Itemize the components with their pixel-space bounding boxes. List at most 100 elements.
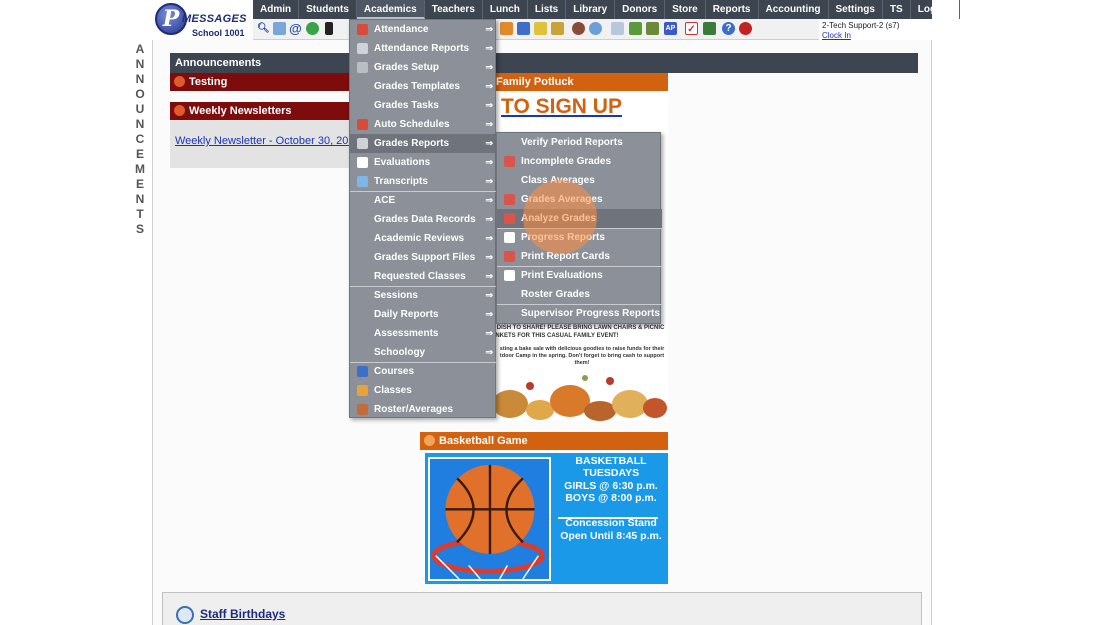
menu-item-grades-templates[interactable]: Grades Templates ⇒ [350, 77, 497, 96]
menu-item-evaluations[interactable]: Evaluations ⇒ [350, 153, 497, 172]
menu-separator [497, 304, 662, 305]
autumn-leaves-illustration [492, 375, 667, 421]
menu-item-label: Daily Reports [374, 309, 439, 320]
nav-teachers[interactable]: Teachers [425, 0, 483, 19]
vertical-letter: M [135, 162, 145, 176]
phone-icon[interactable] [325, 22, 333, 35]
checkbox-icon [504, 270, 515, 281]
weekly-newsletters-bar[interactable]: Weekly Newsletters [170, 102, 351, 120]
document-icon [504, 232, 515, 243]
nav-ts[interactable]: TS [883, 0, 911, 19]
menu-item-attendance-reports[interactable]: Attendance Reports ⇒ [350, 39, 497, 58]
nav-lunch[interactable]: Lunch [483, 0, 528, 19]
menu-item-grades-support-files[interactable]: Grades Support Files ⇒ [350, 248, 497, 267]
menu-item-attendance[interactable]: Attendance ⇒ [350, 20, 497, 39]
school-logo[interactable]: P MESSAGES School 1001 [152, 0, 250, 40]
vertical-letter: S [135, 222, 144, 236]
menu-item-requested-classes[interactable]: Requested Classes ⇒ [350, 267, 497, 286]
staff-birthdays-link[interactable]: Staff Birthdays [200, 607, 285, 621]
toolbar-megaphone-icon[interactable] [534, 22, 547, 35]
a-plus-icon [504, 251, 515, 262]
toolbar-money-icon[interactable] [703, 22, 716, 35]
power-icon[interactable] [739, 22, 752, 35]
toolbar-cash-icon[interactable] [629, 22, 642, 35]
menu-item-auto-schedules[interactable]: Auto Schedules ⇒ [350, 115, 497, 134]
submenu-item-print-evaluations[interactable]: Print Evaluations [497, 266, 662, 285]
submenu-item-print-report-cards[interactable]: Print Report Cards [497, 247, 662, 266]
submenu-item-verify-period-reports[interactable]: Verify Period Reports [497, 133, 662, 152]
cursor-highlight [523, 180, 597, 254]
submenu-item-roster-grades[interactable]: Roster Grades [497, 285, 662, 304]
roster-icon [357, 404, 368, 415]
toolbar-lunch-icon[interactable] [500, 22, 513, 35]
nav-academics[interactable]: Academics [356, 0, 425, 19]
menu-separator [350, 191, 497, 192]
bb-line-4: BOYS @ 8:00 p.m. [565, 492, 657, 504]
toolbar-book-icon[interactable] [517, 22, 530, 35]
menu-item-schoology[interactable]: Schoology ⇒ [350, 343, 497, 362]
submenu-arrow-icon: ⇒ [485, 62, 493, 72]
newsletter-link[interactable]: Weekly Newsletter - October 30, 2025 [175, 135, 361, 147]
search-icon[interactable]: 🔍︎ [257, 22, 270, 35]
menu-item-grades-data-records[interactable]: Grades Data Records ⇒ [350, 210, 497, 229]
menu-item-label: Assessments [374, 328, 439, 339]
menu-item-daily-reports[interactable]: Daily Reports ⇒ [350, 305, 497, 324]
calendar-clock-icon [357, 119, 368, 130]
menu-item-label: Grades Setup [374, 62, 440, 73]
testing-bar[interactable]: Testing [170, 73, 351, 91]
book-icon [357, 366, 368, 377]
vertical-letter: E [135, 147, 144, 161]
menu-item-label: Grades Reports [374, 138, 450, 149]
menu-item-ace[interactable]: ACE ⇒ [350, 191, 497, 210]
toolbar-pdf-icon[interactable]: ✓ [685, 22, 698, 35]
submenu-arrow-icon: ⇒ [485, 176, 493, 186]
menu-item-label: Roster/Averages [374, 404, 454, 415]
email-icon[interactable]: @ [289, 22, 302, 35]
menu-item-grades-setup[interactable]: Grades Setup ⇒ [350, 58, 497, 77]
nav-lists[interactable]: Lists [528, 0, 567, 19]
toolbar-person-icon[interactable] [572, 22, 585, 35]
nav-library[interactable]: Library [566, 0, 616, 19]
nav-store[interactable]: Store [665, 0, 706, 19]
toolbar-tag-icon[interactable] [551, 22, 564, 35]
academics-menu: Attendance ⇒ Attendance Reports ⇒ Grades Set… [349, 19, 497, 419]
menu-item-sessions[interactable]: Sessions ⇒ [350, 286, 497, 305]
submenu-arrow-icon: ⇒ [485, 290, 493, 300]
clock-in-link[interactable]: Clock In [822, 31, 851, 40]
submenu-arrow-icon: ⇒ [485, 271, 493, 281]
menu-item-assessments[interactable]: Assessments ⇒ [350, 324, 497, 343]
menu-item-courses[interactable]: Courses [350, 362, 497, 381]
help-icon[interactable]: ? [722, 22, 735, 35]
menu-item-academic-reviews[interactable]: Academic Reviews ⇒ [350, 229, 497, 248]
basketball-bar[interactable]: Basketball Game [420, 432, 668, 450]
menu-separator [497, 266, 662, 267]
nav-donors[interactable]: Donors [615, 0, 666, 19]
toolbar-table-icon[interactable] [611, 22, 624, 35]
nav-settings[interactable]: Settings [829, 0, 883, 19]
nav-logout[interactable]: Logout [911, 0, 960, 19]
toolbar-register-icon[interactable] [646, 22, 659, 35]
toolbar-ap-icon[interactable]: AP [664, 22, 677, 35]
menu-item-roster-averages[interactable]: Roster/Averages [350, 400, 497, 419]
menu-item-transcripts[interactable]: Transcripts ⇒ [350, 172, 497, 191]
message-icon[interactable] [306, 22, 319, 35]
submenu-item-incomplete-grades[interactable]: Incomplete Grades [497, 152, 662, 171]
basketball-bar-icon [424, 435, 435, 446]
nav-students[interactable]: Students [299, 0, 357, 19]
menu-item-label: Transcripts [374, 176, 428, 187]
document-icon [357, 176, 368, 187]
nav-accounting[interactable]: Accounting [759, 0, 829, 19]
menu-item-label: Academic Reviews [374, 233, 465, 244]
nav-admin[interactable]: Admin [253, 0, 300, 19]
toolbar-gear-icon[interactable] [589, 22, 602, 35]
submenu-item-supervisor-progress-reports[interactable]: Supervisor Progress Reports [497, 304, 662, 323]
menu-item-classes[interactable]: Classes [350, 381, 497, 400]
nav-reports[interactable]: Reports [706, 0, 759, 19]
submenu-arrow-icon: ⇒ [485, 138, 493, 148]
calendar-icon [357, 24, 368, 35]
user-name: 2-Tech Support-2 (s7) [822, 21, 900, 30]
grid-icon[interactable] [273, 22, 286, 35]
signup-text[interactable]: TO SIGN UP [501, 95, 622, 119]
menu-item-grades-tasks[interactable]: Grades Tasks ⇒ [350, 96, 497, 115]
menu-item-grades-reports[interactable]: Grades Reports ⇒ [350, 134, 497, 153]
